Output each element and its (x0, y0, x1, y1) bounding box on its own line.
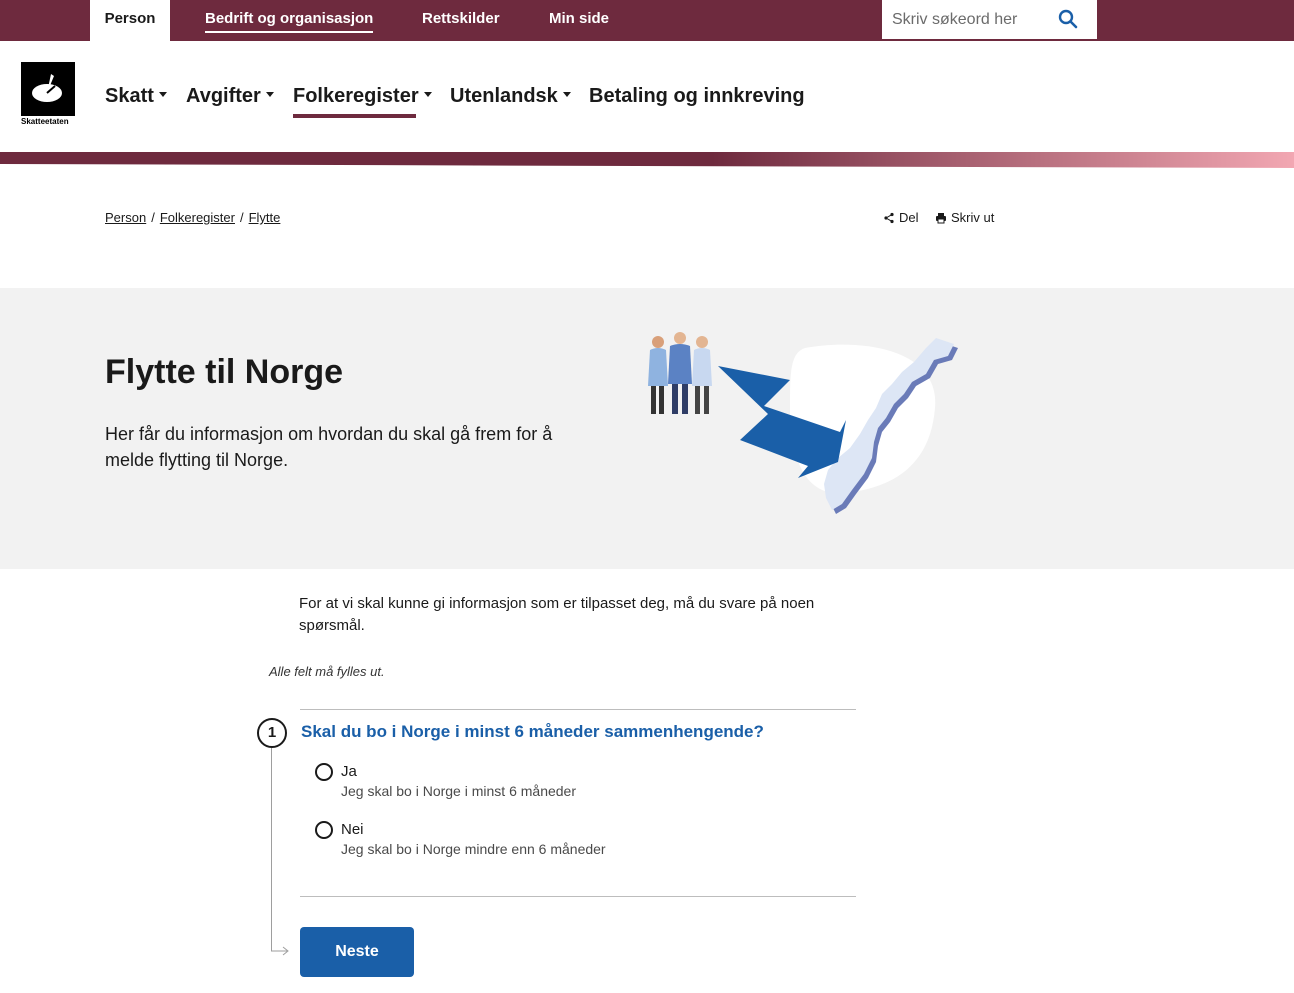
breadcrumb-folkeregister[interactable]: Folkeregister (160, 210, 235, 225)
form-intro: For at vi skal kunne gi informasjon som … (299, 595, 815, 634)
tab-person[interactable]: Person (90, 0, 170, 41)
question-heading: Skal du bo i Norge i minst 6 måneder sam… (301, 722, 764, 741)
divider (300, 709, 856, 710)
nav-avgifter[interactable]: Avgifter (186, 85, 274, 108)
chevron-down-icon (423, 92, 432, 98)
nav-active-indicator (293, 114, 416, 118)
tab-min-side[interactable]: Min side (549, 0, 609, 41)
step-line (271, 748, 272, 951)
search-input[interactable] (882, 0, 1052, 39)
search-box (882, 0, 1097, 39)
step-number: 1 (257, 718, 287, 748)
chevron-down-icon (562, 92, 571, 98)
breadcrumb-person[interactable]: Person (105, 210, 146, 225)
share-button[interactable]: Del (883, 210, 919, 225)
breadcrumb-flytte[interactable]: Flytte (249, 210, 281, 225)
chevron-down-icon (265, 92, 274, 98)
nav-betaling[interactable]: Betaling og innkreving (589, 85, 805, 108)
top-bar: Person Bedrift og organisasjon Rettskild… (0, 0, 1294, 41)
nav-folkeregister[interactable]: Folkeregister (293, 85, 432, 108)
required-note: Alle felt må fylles ut. (269, 664, 385, 679)
share-icon (884, 212, 894, 223)
radio-ja[interactable] (315, 763, 333, 781)
people-icon (648, 332, 712, 414)
breadcrumb: Person / Folkeregister / Flytte (105, 210, 281, 225)
print-button[interactable]: Skriv ut (935, 210, 994, 225)
divider (300, 896, 856, 897)
page-title: Flytte til Norge (105, 353, 344, 391)
hero-section: Flytte til Norge Her får du informasjon … (0, 288, 1294, 569)
decorative-band (0, 152, 1294, 168)
nav-utenlandsk[interactable]: Utenlandsk (450, 85, 571, 108)
radio-nei[interactable] (315, 821, 333, 839)
moving-illustration (648, 332, 958, 514)
next-button[interactable]: Neste (300, 927, 414, 977)
arrow-right-icon (271, 946, 289, 956)
search-icon[interactable] (1056, 7, 1080, 31)
nav-skatt[interactable]: Skatt (105, 85, 167, 108)
printer-icon (936, 212, 946, 224)
hero-lead: Her får du informasjon om hvordan du ska… (105, 424, 553, 470)
skatteetaten-logo[interactable] (21, 62, 75, 116)
chevron-down-icon (158, 92, 167, 98)
tab-rettskilder[interactable]: Rettskilder (422, 0, 500, 41)
logo-text: Skatteetaten (21, 117, 69, 126)
tab-bedrift[interactable]: Bedrift og organisasjon (205, 0, 374, 41)
logo-mark-icon (32, 74, 62, 102)
